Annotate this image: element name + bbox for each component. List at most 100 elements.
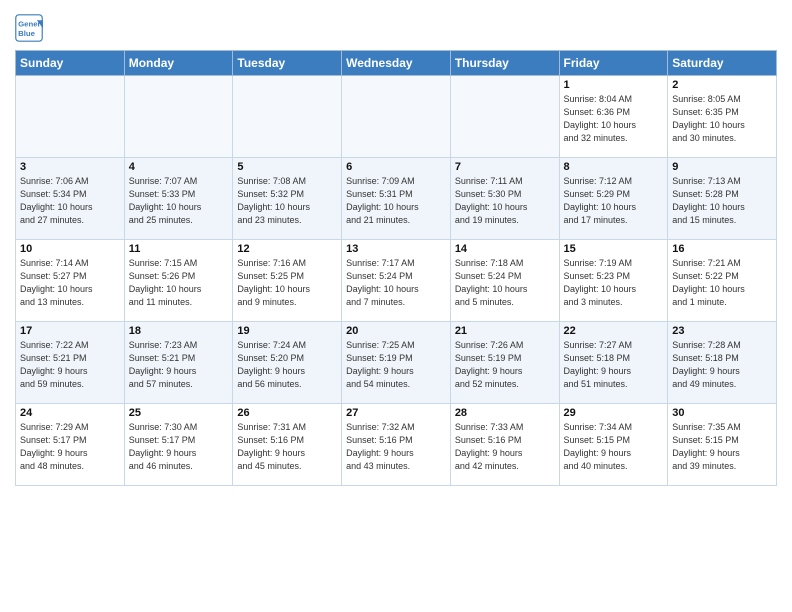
day-number: 25 (129, 407, 229, 419)
weekday-header-row: SundayMondayTuesdayWednesdayThursdayFrid… (16, 51, 777, 76)
day-cell: 24 Sunrise: 7:29 AM Sunset: 5:17 PM Dayli… (16, 404, 125, 486)
day-info: Sunrise: 7:34 AM Sunset: 5:15 PM Dayligh… (564, 421, 664, 473)
day-cell: 21 Sunrise: 7:26 AM Sunset: 5:19 PM Dayli… (450, 322, 559, 404)
day-cell (124, 76, 233, 158)
day-cell: 16 Sunrise: 7:21 AM Sunset: 5:22 PM Dayli… (668, 240, 777, 322)
calendar: SundayMondayTuesdayWednesdayThursdayFrid… (15, 50, 777, 486)
day-info: Sunrise: 7:15 AM Sunset: 5:26 PM Dayligh… (129, 257, 229, 309)
day-info: Sunrise: 7:11 AM Sunset: 5:30 PM Dayligh… (455, 175, 555, 227)
day-info: Sunrise: 7:29 AM Sunset: 5:17 PM Dayligh… (20, 421, 120, 473)
day-cell: 28Sunrise: 7:33 AM Sunset: 5:16 PM Dayli… (450, 404, 559, 486)
day-number: 26 (237, 407, 337, 419)
day-number: 3 (20, 161, 120, 173)
day-cell: 15 Sunrise: 7:19 AM Sunset: 5:23 PM Dayli… (559, 240, 668, 322)
day-number: 7 (455, 161, 555, 173)
day-number: 11 (129, 243, 229, 255)
day-cell: 13 Sunrise: 7:17 AM Sunset: 5:24 PM Dayli… (342, 240, 451, 322)
day-cell: 22 Sunrise: 7:27 AM Sunset: 5:18 PM Dayli… (559, 322, 668, 404)
day-cell: 10Sunrise: 7:14 AM Sunset: 5:27 PM Dayli… (16, 240, 125, 322)
day-number: 29 (564, 407, 664, 419)
day-info: Sunrise: 7:23 AM Sunset: 5:21 PM Dayligh… (129, 339, 229, 391)
day-cell: 19 Sunrise: 7:24 AM Sunset: 5:20 PM Dayli… (233, 322, 342, 404)
day-info: Sunrise: 7:26 AM Sunset: 5:19 PM Dayligh… (455, 339, 555, 391)
day-cell: 3 Sunrise: 7:06 AM Sunset: 5:34 PM Daylig… (16, 158, 125, 240)
day-number: 30 (672, 407, 772, 419)
day-number: 20 (346, 325, 446, 337)
day-info: Sunrise: 7:18 AM Sunset: 5:24 PM Dayligh… (455, 257, 555, 309)
day-cell: 17 Sunrise: 7:22 AM Sunset: 5:21 PM Dayli… (16, 322, 125, 404)
weekday-header-monday: Monday (124, 51, 233, 76)
day-number: 12 (237, 243, 337, 255)
day-info: Sunrise: 7:12 AM Sunset: 5:29 PM Dayligh… (564, 175, 664, 227)
day-info: Sunrise: 7:24 AM Sunset: 5:20 PM Dayligh… (237, 339, 337, 391)
day-cell: 23Sunrise: 7:28 AM Sunset: 5:18 PM Dayli… (668, 322, 777, 404)
day-info: Sunrise: 7:07 AM Sunset: 5:33 PM Dayligh… (129, 175, 229, 227)
day-number: 27 (346, 407, 446, 419)
header: General Blue (15, 10, 777, 42)
day-number: 17 (20, 325, 120, 337)
week-row-3: 10Sunrise: 7:14 AM Sunset: 5:27 PM Dayli… (16, 240, 777, 322)
day-number: 2 (672, 79, 772, 91)
day-info: Sunrise: 7:22 AM Sunset: 5:21 PM Dayligh… (20, 339, 120, 391)
day-cell: 2 Sunrise: 8:05 AM Sunset: 6:35 PM Daylig… (668, 76, 777, 158)
day-info: Sunrise: 7:16 AM Sunset: 5:25 PM Dayligh… (237, 257, 337, 309)
week-row-5: 24 Sunrise: 7:29 AM Sunset: 5:17 PM Dayli… (16, 404, 777, 486)
day-info: Sunrise: 7:21 AM Sunset: 5:22 PM Dayligh… (672, 257, 772, 309)
day-cell: 8 Sunrise: 7:12 AM Sunset: 5:29 PM Daylig… (559, 158, 668, 240)
weekday-header-sunday: Sunday (16, 51, 125, 76)
day-number: 13 (346, 243, 446, 255)
day-info: Sunrise: 8:05 AM Sunset: 6:35 PM Dayligh… (672, 93, 772, 145)
weekday-header-tuesday: Tuesday (233, 51, 342, 76)
day-cell: 7 Sunrise: 7:11 AM Sunset: 5:30 PM Daylig… (450, 158, 559, 240)
page: General Blue SundayMondayTuesdayWednesda… (0, 0, 792, 612)
day-number: 28 (455, 407, 555, 419)
day-number: 24 (20, 407, 120, 419)
day-number: 5 (237, 161, 337, 173)
day-cell: 25 Sunrise: 7:30 AM Sunset: 5:17 PM Dayli… (124, 404, 233, 486)
day-cell: 4 Sunrise: 7:07 AM Sunset: 5:33 PM Daylig… (124, 158, 233, 240)
day-cell: 30Sunrise: 7:35 AM Sunset: 5:15 PM Dayli… (668, 404, 777, 486)
weekday-header-saturday: Saturday (668, 51, 777, 76)
day-cell: 14Sunrise: 7:18 AM Sunset: 5:24 PM Dayli… (450, 240, 559, 322)
day-cell (450, 76, 559, 158)
day-cell: 9Sunrise: 7:13 AM Sunset: 5:28 PM Daylig… (668, 158, 777, 240)
week-row-1: 1 Sunrise: 8:04 AM Sunset: 6:36 PM Daylig… (16, 76, 777, 158)
day-info: Sunrise: 7:06 AM Sunset: 5:34 PM Dayligh… (20, 175, 120, 227)
day-cell: 29 Sunrise: 7:34 AM Sunset: 5:15 PM Dayli… (559, 404, 668, 486)
day-info: Sunrise: 7:19 AM Sunset: 5:23 PM Dayligh… (564, 257, 664, 309)
day-info: Sunrise: 7:31 AM Sunset: 5:16 PM Dayligh… (237, 421, 337, 473)
day-number: 6 (346, 161, 446, 173)
day-info: Sunrise: 7:08 AM Sunset: 5:32 PM Dayligh… (237, 175, 337, 227)
day-number: 18 (129, 325, 229, 337)
day-cell: 26 Sunrise: 7:31 AM Sunset: 5:16 PM Dayli… (233, 404, 342, 486)
day-cell (233, 76, 342, 158)
logo: General Blue (15, 14, 47, 42)
day-cell: 6Sunrise: 7:09 AM Sunset: 5:31 PM Daylig… (342, 158, 451, 240)
day-cell: 18 Sunrise: 7:23 AM Sunset: 5:21 PM Dayli… (124, 322, 233, 404)
day-number: 23 (672, 325, 772, 337)
day-info: Sunrise: 7:17 AM Sunset: 5:24 PM Dayligh… (346, 257, 446, 309)
day-number: 16 (672, 243, 772, 255)
day-cell: 12 Sunrise: 7:16 AM Sunset: 5:25 PM Dayli… (233, 240, 342, 322)
day-info: Sunrise: 7:27 AM Sunset: 5:18 PM Dayligh… (564, 339, 664, 391)
day-number: 15 (564, 243, 664, 255)
day-cell (342, 76, 451, 158)
weekday-header-friday: Friday (559, 51, 668, 76)
day-number: 1 (564, 79, 664, 91)
weekday-header-wednesday: Wednesday (342, 51, 451, 76)
day-number: 4 (129, 161, 229, 173)
day-info: Sunrise: 8:04 AM Sunset: 6:36 PM Dayligh… (564, 93, 664, 145)
logo-icon: General Blue (15, 14, 43, 42)
day-cell: 27Sunrise: 7:32 AM Sunset: 5:16 PM Dayli… (342, 404, 451, 486)
day-cell: 20 Sunrise: 7:25 AM Sunset: 5:19 PM Dayli… (342, 322, 451, 404)
day-number: 10 (20, 243, 120, 255)
day-cell: 5 Sunrise: 7:08 AM Sunset: 5:32 PM Daylig… (233, 158, 342, 240)
day-number: 22 (564, 325, 664, 337)
day-number: 21 (455, 325, 555, 337)
day-number: 9 (672, 161, 772, 173)
day-number: 8 (564, 161, 664, 173)
week-row-4: 17 Sunrise: 7:22 AM Sunset: 5:21 PM Dayli… (16, 322, 777, 404)
day-number: 19 (237, 325, 337, 337)
day-info: Sunrise: 7:25 AM Sunset: 5:19 PM Dayligh… (346, 339, 446, 391)
day-info: Sunrise: 7:30 AM Sunset: 5:17 PM Dayligh… (129, 421, 229, 473)
